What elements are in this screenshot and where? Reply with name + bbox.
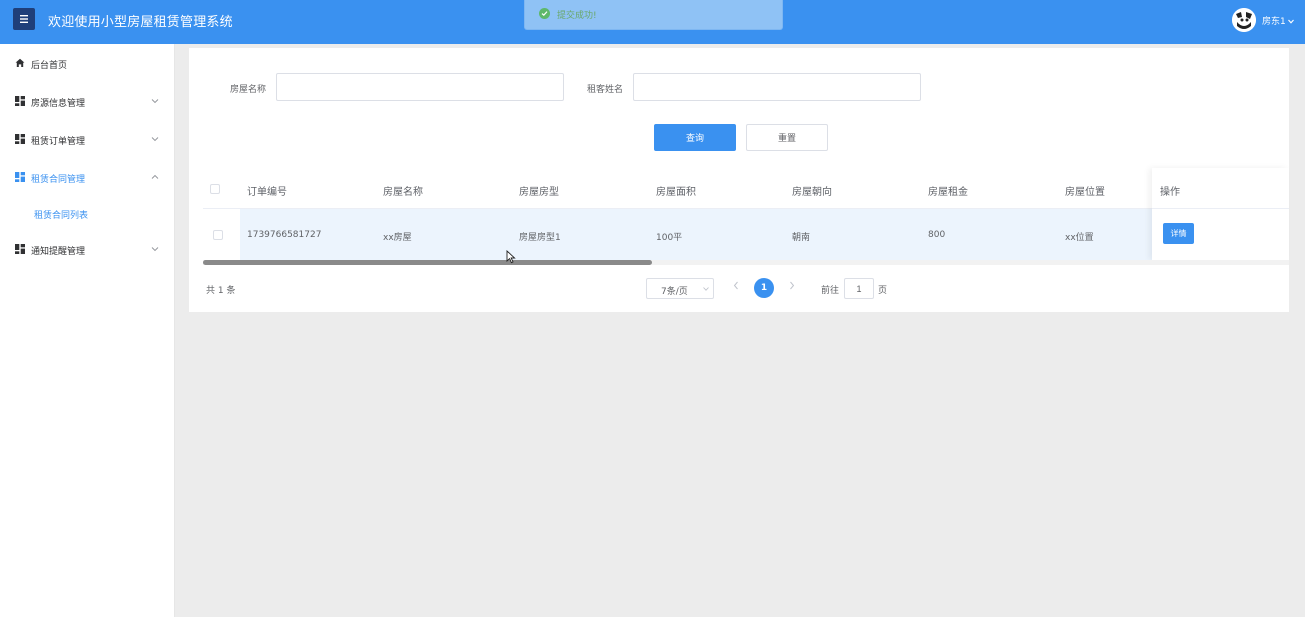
tenant-name-label: 租客姓名 [587, 85, 624, 95]
page-size-value: 7条/页 [661, 287, 688, 297]
chevron-up-icon [151, 174, 159, 179]
user-menu[interactable]: 房东1 [1262, 14, 1294, 27]
column-header-area[interactable]: 房屋面积 [656, 183, 696, 198]
tenant-name-input[interactable] [633, 73, 921, 101]
horizontal-scrollbar-thumb[interactable] [203, 260, 652, 265]
user-avatar[interactable] [1232, 8, 1256, 32]
chevron-left-icon [733, 281, 738, 290]
query-button[interactable]: 查询 [654, 124, 736, 151]
cell-house-name: xx房屋 [383, 233, 412, 243]
chevron-down-icon [151, 247, 159, 252]
column-header-order-no[interactable]: 订单编号 [247, 183, 287, 198]
cell-order-no: 1739766581727 [247, 230, 322, 240]
success-toast: 提交成功! [524, 0, 783, 30]
total-count: 共 1 条 [206, 286, 236, 296]
sidebar-item-notifications[interactable]: 通知提醒管理 [0, 230, 175, 268]
column-header-action: 操作 [1160, 187, 1180, 198]
cell-rent: 800 [928, 230, 946, 240]
sidebar-item-label: 租赁合同管理 [31, 175, 86, 185]
app-title: 欢迎使用小型房屋租赁管理系统 [48, 15, 233, 30]
house-name-input[interactable] [276, 73, 564, 101]
cell-orientation: 朝南 [792, 233, 811, 243]
main-content-card: 房屋名称 租客姓名 查询 重置 订单编号 房屋名称 房屋房型 房屋面积 房屋朝向… [189, 48, 1289, 312]
goto-label: 前往 [821, 286, 840, 296]
page-size-select[interactable]: 7条/页 [646, 278, 714, 299]
user-name-label: 房东1 [1262, 17, 1286, 27]
sidebar-item-home[interactable]: 后台首页 [0, 44, 175, 82]
chevron-down-icon [151, 137, 159, 142]
column-header-house-type[interactable]: 房屋房型 [519, 183, 559, 198]
sidebar: 后台首页 房源信息管理 租赁订单管理 租赁合同管理 租赁合同列表 通知提醒管理 [0, 44, 175, 617]
sidebar-item-rental-contracts[interactable]: 租赁合同管理 [0, 158, 175, 196]
column-header-location[interactable]: 房屋位置 [1065, 183, 1105, 198]
sidebar-item-house-info[interactable]: 房源信息管理 [0, 82, 175, 120]
grid-icon [15, 172, 25, 182]
grid-icon [15, 96, 25, 106]
column-header-rent[interactable]: 房屋租金 [928, 183, 968, 198]
menu-toggle-button[interactable] [13, 8, 35, 30]
goto-page-input[interactable] [844, 278, 874, 299]
column-header-orientation[interactable]: 房屋朝向 [792, 183, 832, 198]
chevron-right-icon [790, 281, 795, 290]
page-suffix-label: 页 [878, 286, 888, 296]
check-circle-icon [539, 8, 550, 19]
fixed-action-column: 操作 [1152, 168, 1289, 260]
house-name-label: 房屋名称 [230, 85, 267, 95]
grid-icon [15, 134, 25, 144]
sidebar-item-rental-orders[interactable]: 租赁订单管理 [0, 120, 175, 158]
prev-page-button[interactable] [733, 281, 739, 293]
next-page-button[interactable] [789, 281, 795, 293]
chevron-down-icon [1287, 19, 1294, 24]
sidebar-item-label: 后台首页 [31, 61, 68, 71]
page-number-current[interactable]: 1 [754, 278, 774, 298]
sidebar-subitem-label: 租赁合同列表 [34, 211, 89, 221]
table-header-divider [203, 208, 1289, 209]
column-header-house-name[interactable]: 房屋名称 [383, 183, 423, 198]
mouse-cursor-icon [506, 250, 516, 264]
row-checkbox[interactable] [213, 230, 223, 240]
grid-icon [15, 244, 25, 254]
sidebar-subitem-contract-list[interactable]: 租赁合同列表 [0, 199, 175, 229]
toast-message: 提交成功! [557, 11, 597, 21]
detail-button[interactable]: 详情 [1163, 223, 1194, 244]
cell-house-type: 房屋房型1 [519, 233, 561, 243]
select-all-checkbox[interactable] [210, 184, 220, 194]
cell-area: 100平 [656, 233, 683, 243]
cell-location: xx位置 [1065, 233, 1094, 243]
chevron-down-icon [703, 287, 709, 291]
sidebar-item-label: 租赁订单管理 [31, 137, 86, 147]
sidebar-item-label: 房源信息管理 [31, 99, 86, 109]
sidebar-item-label: 通知提醒管理 [31, 247, 86, 257]
chevron-down-icon [151, 99, 159, 104]
reset-button[interactable]: 重置 [746, 124, 828, 151]
hamburger-icon [20, 15, 28, 23]
home-icon [15, 58, 25, 67]
